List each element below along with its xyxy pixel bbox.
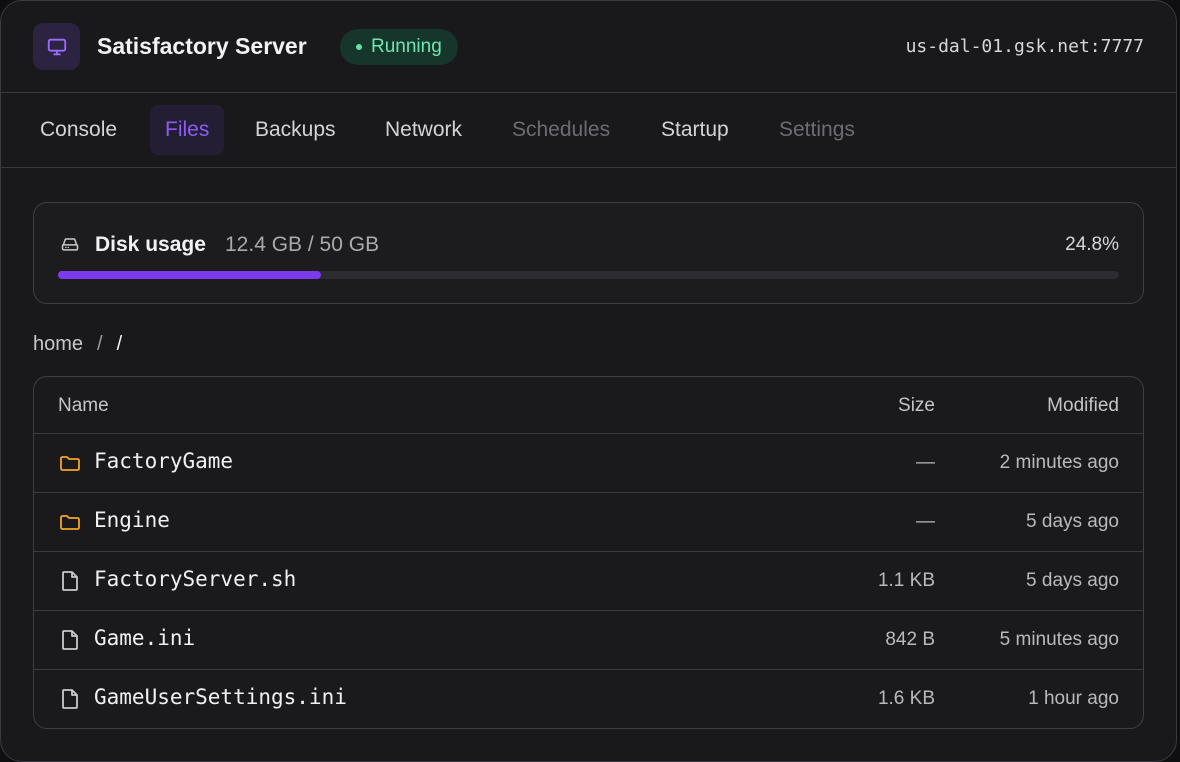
tab-files[interactable]: Files	[150, 105, 225, 155]
tab-bar: Console Files Backups Network Schedules …	[1, 93, 1176, 168]
server-header: Satisfactory Server Running us-dal-01.gs…	[1, 1, 1176, 93]
file-modified: 5 days ago	[1026, 570, 1119, 591]
hard-drive-icon	[59, 234, 81, 259]
file-size: —	[916, 511, 935, 532]
file-modified: 5 minutes ago	[999, 629, 1119, 650]
folder-row[interactable]: FactoryGame — 2 minutes ago	[34, 434, 1143, 493]
file-size: —	[916, 452, 935, 473]
server-name: Satisfactory Server	[97, 33, 307, 59]
monitor-icon	[33, 23, 80, 70]
file-size: 842 B	[885, 629, 935, 650]
status-dot-icon	[356, 44, 362, 50]
column-name[interactable]: Name	[58, 395, 109, 417]
file-name[interactable]: Engine	[94, 508, 170, 532]
breadcrumb: home / /	[33, 333, 122, 356]
status-label: Running	[371, 36, 442, 57]
file-row[interactable]: GameUserSettings.ini 1.6 KB 1 hour ago	[34, 670, 1143, 728]
server-panel: Satisfactory Server Running us-dal-01.gs…	[0, 0, 1177, 762]
server-address[interactable]: us-dal-01.gsk.net:7777	[906, 36, 1144, 57]
folder-row[interactable]: Engine — 5 days ago	[34, 493, 1143, 552]
file-modified: 2 minutes ago	[999, 452, 1119, 473]
folder-icon	[58, 451, 82, 475]
tab-settings[interactable]: Settings	[779, 105, 855, 155]
tab-schedules[interactable]: Schedules	[512, 105, 610, 155]
file-size: 1.6 KB	[877, 688, 935, 709]
tab-backups[interactable]: Backups	[255, 105, 336, 155]
breadcrumb-home[interactable]: home	[33, 333, 83, 356]
file-icon	[58, 628, 82, 652]
tab-network[interactable]: Network	[385, 105, 462, 155]
column-size[interactable]: Size	[898, 395, 935, 417]
breadcrumb-current: /	[116, 333, 123, 355]
file-name[interactable]: FactoryGame	[94, 449, 233, 473]
file-name[interactable]: FactoryServer.sh	[94, 567, 296, 591]
file-name[interactable]: GameUserSettings.ini	[94, 685, 347, 709]
column-modified[interactable]: Modified	[1047, 395, 1119, 417]
file-row[interactable]: FactoryServer.sh 1.1 KB 5 days ago	[34, 552, 1143, 611]
disk-usage-percent: 24.8%	[1065, 234, 1119, 255]
status-badge: Running	[340, 29, 458, 65]
file-size: 1.1 KB	[877, 570, 935, 591]
tab-console[interactable]: Console	[40, 105, 117, 155]
disk-usage-title: Disk usage	[95, 233, 206, 256]
file-table: Name Size Modified FactoryGame — 2 minutes…	[33, 376, 1144, 729]
folder-icon	[58, 510, 82, 534]
file-name[interactable]: Game.ini	[94, 626, 195, 650]
tab-startup[interactable]: Startup	[661, 105, 729, 155]
file-row[interactable]: Game.ini 842 B 5 minutes ago	[34, 611, 1143, 670]
file-icon	[58, 687, 82, 711]
file-table-header: Name Size Modified	[34, 377, 1143, 434]
file-icon	[58, 569, 82, 593]
disk-usage-bar	[58, 271, 1119, 279]
disk-usage-card: Disk usage 12.4 GB / 50 GB 24.8%	[33, 202, 1144, 304]
file-modified: 5 days ago	[1026, 511, 1119, 532]
disk-usage-value: 12.4 GB / 50 GB	[225, 233, 380, 256]
breadcrumb-separator: /	[97, 333, 103, 355]
disk-usage-bar-fill	[58, 271, 322, 279]
file-modified: 1 hour ago	[1028, 688, 1119, 709]
